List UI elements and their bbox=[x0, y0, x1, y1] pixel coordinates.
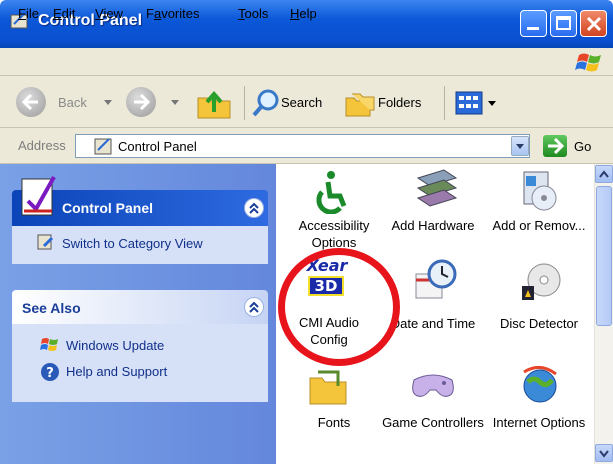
globe-icon bbox=[523, 366, 557, 403]
chevron-down-icon bbox=[599, 450, 609, 458]
disc-icon bbox=[522, 263, 561, 300]
close-icon bbox=[586, 16, 602, 32]
views-dropdown-icon[interactable] bbox=[488, 101, 496, 106]
search-button[interactable]: Search bbox=[281, 95, 322, 110]
fonts-item[interactable]: Fonts bbox=[284, 362, 384, 458]
scroll-up-button[interactable] bbox=[595, 165, 613, 183]
menu-tools[interactable]: Tools bbox=[238, 6, 268, 21]
address-value: Control Panel bbox=[118, 139, 197, 154]
address-dropdown-button[interactable] bbox=[511, 136, 529, 156]
chevron-up-icon bbox=[249, 301, 259, 313]
item-label: Game Controllers bbox=[382, 415, 484, 430]
folders-icon[interactable] bbox=[344, 88, 376, 118]
scroll-down-button[interactable] bbox=[595, 444, 613, 462]
menu-favorites[interactable]: Favorites bbox=[146, 6, 199, 21]
accessibility-options-item[interactable]: Accessibility Options bbox=[284, 168, 384, 254]
add-hardware-item[interactable]: Add Hardware bbox=[378, 168, 488, 254]
svg-text:?: ? bbox=[46, 366, 54, 381]
menu-bar bbox=[0, 48, 613, 76]
item-label: Fonts bbox=[317, 415, 351, 430]
highlight-circle bbox=[278, 248, 400, 366]
item-label: Disc Detector bbox=[499, 316, 579, 331]
minimize-button[interactable] bbox=[520, 10, 547, 37]
views-icon[interactable] bbox=[454, 90, 484, 116]
toolbar-separator bbox=[444, 86, 445, 120]
maximize-button[interactable] bbox=[550, 10, 577, 37]
minimize-icon bbox=[527, 27, 539, 30]
back-button[interactable] bbox=[16, 87, 46, 117]
windows-update-icon bbox=[40, 338, 58, 351]
close-button[interactable] bbox=[580, 10, 607, 37]
clock-icon bbox=[415, 259, 457, 299]
windows-update-link[interactable]: Windows Update bbox=[66, 338, 164, 353]
control-panel-icon bbox=[94, 138, 112, 155]
arrow-right-icon bbox=[548, 138, 564, 154]
switch-view-icon bbox=[37, 234, 54, 250]
collapse-button[interactable] bbox=[244, 297, 264, 317]
chevron-down-icon bbox=[516, 144, 524, 149]
windows-flag-icon bbox=[575, 53, 601, 72]
add-remove-icon bbox=[523, 171, 557, 211]
go-button[interactable] bbox=[543, 135, 567, 157]
maximize-icon bbox=[556, 16, 571, 30]
control-panel-section-title: Control Panel bbox=[62, 200, 154, 216]
back-dropdown-icon[interactable] bbox=[104, 100, 112, 105]
forward-dropdown-icon[interactable] bbox=[171, 100, 179, 105]
see-also-title: See Also bbox=[22, 300, 81, 316]
item-label: Accessibility Options bbox=[298, 218, 370, 250]
control-panel-icon bbox=[21, 176, 56, 216]
disc-detector-item[interactable]: Disc Detector bbox=[484, 256, 594, 352]
menu-file[interactable]: File bbox=[18, 6, 39, 21]
chevron-up-icon bbox=[249, 202, 259, 214]
up-folder-button[interactable] bbox=[194, 86, 234, 120]
hardware-icon bbox=[416, 169, 458, 207]
item-label: Add or Remov... bbox=[492, 218, 586, 233]
toolbar-separator bbox=[244, 86, 245, 120]
switch-category-view-link[interactable]: Switch to Category View bbox=[62, 236, 203, 251]
accessibility-icon bbox=[316, 171, 347, 214]
back-label: Back bbox=[58, 95, 87, 110]
arrow-left-icon bbox=[22, 94, 38, 110]
folders-button[interactable]: Folders bbox=[378, 95, 421, 110]
search-icon[interactable] bbox=[252, 88, 280, 118]
chevron-up-icon bbox=[599, 170, 609, 178]
menu-edit[interactable]: Edit bbox=[53, 6, 75, 21]
game-controllers-item[interactable]: Game Controllers bbox=[378, 362, 488, 458]
arrow-right-icon bbox=[134, 94, 150, 110]
menu-view[interactable]: View bbox=[95, 6, 123, 21]
gamepad-icon bbox=[412, 374, 454, 397]
fonts-folder-icon bbox=[309, 370, 347, 405]
scrollbar-thumb[interactable] bbox=[596, 186, 612, 326]
add-remove-programs-item[interactable]: Add or Remov... bbox=[484, 168, 594, 254]
item-label: Add Hardware bbox=[391, 218, 475, 233]
item-label: Internet Options bbox=[492, 415, 586, 430]
go-label[interactable]: Go bbox=[574, 139, 591, 154]
menu-help[interactable]: Help bbox=[290, 6, 317, 21]
internet-options-item[interactable]: Internet Options bbox=[484, 362, 594, 458]
collapse-button[interactable] bbox=[244, 198, 264, 218]
forward-button[interactable] bbox=[126, 87, 156, 117]
address-label: Address bbox=[18, 138, 66, 153]
help-icon: ? bbox=[41, 363, 59, 381]
help-support-link[interactable]: Help and Support bbox=[66, 364, 167, 379]
